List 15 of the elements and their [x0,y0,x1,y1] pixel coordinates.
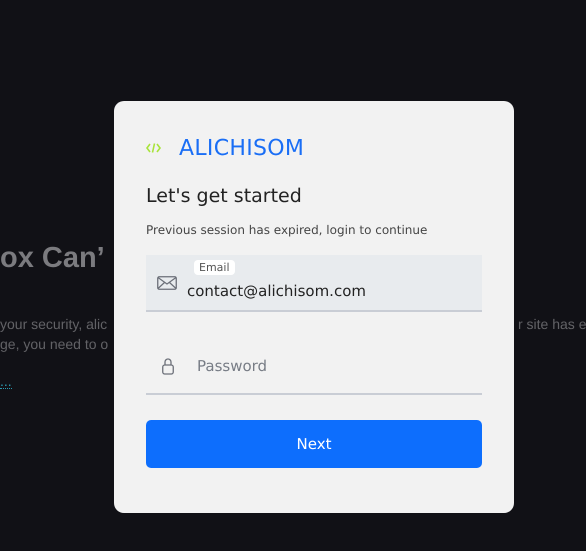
mail-icon [157,276,177,290]
code-icon [146,143,161,153]
subtitle-text: Previous session has expired, login to continue [146,223,428,237]
brand-name: ALICHISOM [179,136,304,160]
password-field[interactable]: Password [146,338,482,395]
paragraph-text: ge, you need to o [0,335,110,354]
page-heading: ox Can’ [0,241,105,276]
dialog-title: Let's get started [146,185,303,207]
lock-icon [162,356,174,374]
paragraph-text: r site has e [518,315,586,334]
paragraph-text: your security, alic [0,315,108,334]
more-link[interactable]: ... [0,374,12,389]
next-button[interactable]: Next [146,420,482,468]
field-label: Email [194,260,235,275]
email-field[interactable]: Email contact@alichisom.com [146,255,482,312]
